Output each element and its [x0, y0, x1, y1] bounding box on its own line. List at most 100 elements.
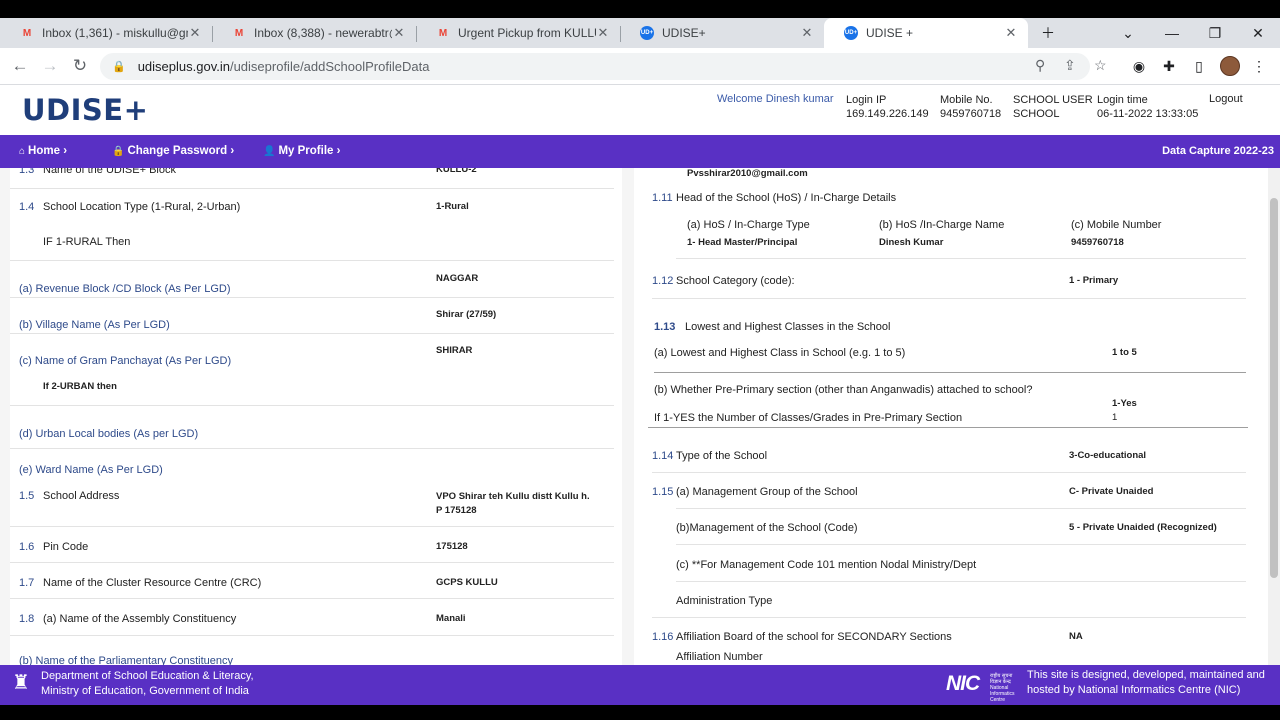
pre-primary-value: 1-Yes [1112, 398, 1137, 409]
gram-panchayat-label: (c) Name of Gram Panchayat (As Per LGD) [19, 355, 232, 367]
logout-link[interactable]: Logout [1209, 93, 1243, 105]
main-navbar: ⌂ Home › 🔒 Change Password › 👤 My Profile ›… [0, 135, 1280, 168]
url-host: udiseplus.gov.in [137, 59, 230, 74]
user-icon: 👤 [263, 146, 276, 157]
footer-credits: This site is designed, developed, mainta… [1027, 668, 1265, 698]
row-num: 1.12 [652, 275, 674, 287]
hos-name-value: Dinesh Kumar [879, 237, 944, 248]
gmail-icon: M [22, 27, 32, 39]
close-icon[interactable]: ✕ [1004, 25, 1018, 41]
close-icon[interactable]: ✕ [392, 25, 406, 41]
share-icon[interactable]: ⇪ [1064, 57, 1076, 74]
school-category-value: 1 - Primary [1069, 275, 1119, 286]
udise-logo[interactable]: UDISE+ [22, 93, 148, 127]
right-panel: Pvsshirar2010@gmail.com 1.11 Head of the… [634, 168, 1268, 665]
mobile-label: Mobile No. [940, 94, 993, 106]
footer-left-line2: Ministry of Education, Government of Ind… [41, 685, 249, 697]
user-type-label: SCHOOL USER [1013, 94, 1093, 106]
page-scrollbar[interactable] [1268, 168, 1280, 665]
assembly-label: (a) Name of the Assembly Constituency [43, 613, 237, 625]
tab-inbox-newerabtr[interactable]: M Inbox (8,388) - newerabtr@g ✕ [212, 18, 416, 48]
lock-icon: 🔒 [112, 146, 125, 157]
tab-search-chevron-icon[interactable]: ⌄ [1108, 18, 1148, 48]
nic-logo: NIC [946, 672, 980, 695]
tab-title: UDISE + [866, 26, 914, 40]
user-type-block: SCHOOL USER SCHOOL [1013, 93, 1093, 121]
bookmark-star-icon[interactable]: ☆ [1094, 57, 1107, 74]
affiliation-board-value: NA [1069, 631, 1083, 642]
crc-value: GCPS KULLU [436, 577, 498, 588]
close-icon[interactable]: ✕ [596, 25, 610, 41]
new-tab-button[interactable]: ＋ [1028, 18, 1068, 48]
tab-title: Urgent Pickup from KULLU H [458, 26, 596, 40]
zoom-icon[interactable]: ⚲ [1035, 57, 1045, 74]
row-num: 1.3 [19, 168, 35, 176]
revenue-block-value: NAGGAR [436, 273, 479, 284]
menu-dots-icon[interactable]: ⋮ [1250, 57, 1268, 75]
lock-icon: 🔒 [112, 61, 126, 73]
row-num: 1.5 [19, 490, 35, 502]
scrollbar-thumb[interactable] [1270, 198, 1278, 578]
browser-tabstrip: M Inbox (1,361) - miskullu@gm ✕ M Inbox … [0, 18, 1280, 48]
close-icon[interactable]: ✕ [800, 25, 814, 41]
footer-right-line2: hosted by National Informatics Centre (N… [1027, 684, 1241, 696]
footer-left-line1: Department of School Education & Literac… [41, 670, 254, 682]
email-value: Pvsshirar2010@gmail.com [687, 168, 808, 179]
management-group-value: C- Private Unaided [1069, 486, 1154, 497]
school-type-label: Type of the School [676, 450, 768, 462]
pre-primary-classes-value: 1 [1112, 412, 1118, 423]
login-time-block: Login time 06-11-2022 13:33:05 [1097, 93, 1198, 121]
hos-mobile-value: 9459760718 [1071, 237, 1124, 248]
hos-name-header: (b) HoS /In-Charge Name [879, 219, 1005, 231]
address-bar[interactable]: 🔒 udiseplus.gov.in/udiseprofile/addSchoo… [100, 53, 1090, 80]
site-footer: ♜ Department of School Education & Liter… [0, 665, 1280, 705]
tab-udise[interactable]: UD+ UDISE+ ✕ [620, 18, 824, 48]
data-capture-label: Data Capture 2022-23 [1162, 145, 1274, 157]
management-code-label: (b)Management of the School (Code) [676, 522, 858, 534]
close-icon[interactable]: ✕ [188, 25, 202, 41]
location-type-label: School Location Type (1-Rural, 2-Urban) [43, 201, 241, 213]
reload-icon[interactable]: ↻ [68, 54, 92, 78]
pin-code-value: 175128 [436, 541, 468, 552]
nodal-ministry-label: (c) **For Management Code 101 mention No… [676, 559, 977, 571]
school-category-label: School Category (code): [676, 275, 795, 287]
row-num: 1.16 [652, 631, 674, 643]
tab-udise-active[interactable]: UD+ UDISE + ✕ [824, 18, 1028, 48]
nav-my-profile[interactable]: 👤 My Profile › [263, 145, 340, 157]
puzzle-extensions-icon[interactable]: ✚ [1160, 57, 1178, 75]
nav-home[interactable]: ⌂ Home › [19, 145, 67, 157]
location-type-value: 1-Rural [436, 201, 469, 212]
back-arrow-icon[interactable]: ← [8, 54, 32, 78]
school-address-value-line2: P 175128 [436, 505, 477, 516]
row-num: 1.13 [654, 321, 676, 333]
hos-type-value: 1- Head Master/Principal [687, 237, 798, 248]
row-num: 1.11 [652, 192, 673, 204]
udise-icon: UD+ [640, 26, 654, 40]
parliamentary-label: (b) Name of the Parliamentary Constituen… [19, 655, 233, 665]
close-window-button[interactable]: ✕ [1238, 18, 1278, 48]
restore-button[interactable]: ❐ [1195, 18, 1235, 48]
login-time-label: Login time [1097, 94, 1148, 106]
extension-icon[interactable]: ◉ [1130, 57, 1148, 75]
row-num: 1.15 [652, 486, 674, 498]
tab-urgent-pickup[interactable]: M Urgent Pickup from KULLU H ✕ [416, 18, 620, 48]
forward-arrow-icon[interactable]: → [38, 54, 62, 78]
side-panel-icon[interactable]: ▯ [1190, 57, 1208, 75]
tab-inbox-miskullu[interactable]: M Inbox (1,361) - miskullu@gm ✕ [0, 18, 212, 48]
row-num: 1.8 [19, 613, 35, 625]
nic-logo-subtext: राष्ट्रीय सूचना विज्ञान केन्द्र National… [990, 673, 1015, 703]
gram-panchayat-value: SHIRAR [436, 345, 473, 356]
profile-avatar[interactable] [1220, 56, 1240, 76]
login-ip-block: Login IP 169.149.226.149 [846, 93, 929, 121]
browser-toolbar: ← → ↻ 🔒 udiseplus.gov.in/udiseprofile/ad… [0, 48, 1280, 85]
minimize-button[interactable]: — [1152, 18, 1192, 48]
gmail-icon: M [438, 27, 448, 39]
row-num: 1.14 [652, 450, 674, 462]
lowest-highest-value: 1 to 5 [1112, 347, 1137, 358]
school-type-value: 3-Co-educational [1069, 450, 1147, 461]
login-time-value: 06-11-2022 13:33:05 [1097, 108, 1199, 120]
management-group-label: (a) Management Group of the School [676, 486, 858, 498]
nav-change-password[interactable]: 🔒 Change Password › [112, 145, 234, 157]
pin-code-label: Pin Code [43, 541, 89, 553]
affiliation-number-label: Affiliation Number [676, 651, 763, 663]
